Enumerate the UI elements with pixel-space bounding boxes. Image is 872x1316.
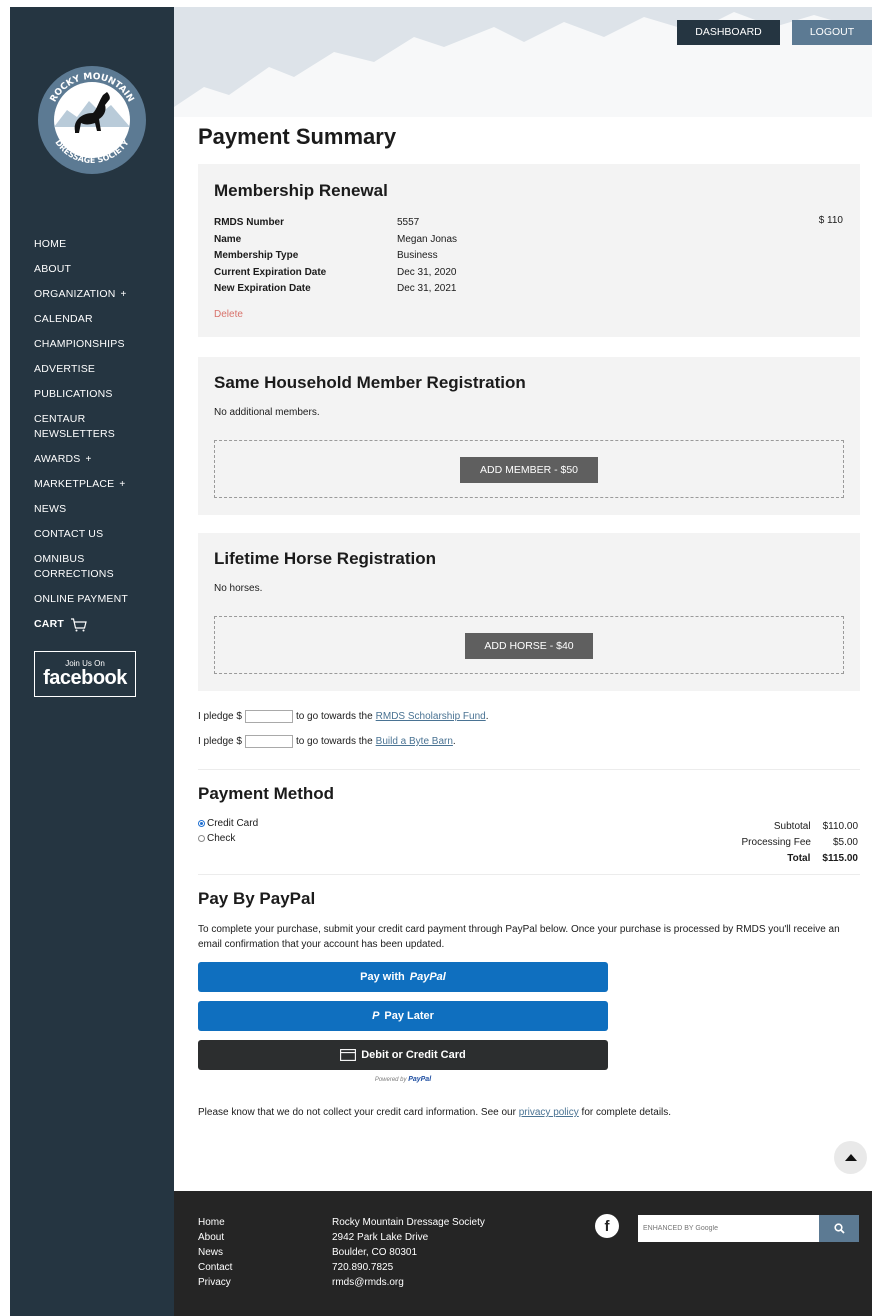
facebook-badge[interactable]: Join Us On facebook: [34, 651, 136, 697]
add-member-area: ADD MEMBER - $50: [214, 440, 844, 498]
dashboard-button[interactable]: DASHBOARD: [677, 20, 780, 45]
debit-credit-card-button[interactable]: Debit or Credit Card: [198, 1040, 608, 1070]
rmds-logo[interactable]: ROCKY MOUNTAIN DRESSAGE SOCIETY: [37, 65, 147, 175]
site-search: [638, 1215, 859, 1242]
sidebar-item-organization[interactable]: ORGANIZATION +: [34, 287, 164, 302]
cart-icon: [70, 617, 87, 631]
arrow-up-icon: [844, 1154, 857, 1161]
page-title: Payment Summary: [198, 124, 397, 149]
search-icon: [833, 1223, 845, 1234]
membership-renewal-title: Membership Renewal: [214, 181, 388, 200]
sidebar-item-online-payment[interactable]: ONLINE PAYMENT: [34, 592, 164, 607]
info-row: Current Expiration Date Dec 31, 2020: [214, 266, 457, 278]
household-title: Same Household Member Registration: [214, 373, 526, 392]
pledge-scholarship: I pledge $ to go towards the RMDS Schola…: [198, 710, 489, 723]
main-content: DASHBOARD LOGOUT Payment Summary Members…: [174, 7, 872, 1191]
subtotal-row: Subtotal $110.00: [773, 821, 858, 832]
search-input[interactable]: [638, 1215, 819, 1242]
logout-button[interactable]: LOGOUT: [792, 20, 872, 45]
divider: [198, 874, 860, 875]
membership-info: RMDS Number 5557 Name Megan Jonas Membersh…: [214, 215, 597, 298]
sidebar-item-awards[interactable]: AWARDS +: [34, 452, 164, 467]
paypal-title: Pay By PayPal: [198, 889, 316, 908]
check-radio[interactable]: Check: [198, 833, 235, 844]
info-row: Name Megan Jonas: [214, 233, 458, 245]
search-button[interactable]: [819, 1215, 859, 1242]
sidebar-item-cart[interactable]: CART: [34, 617, 164, 632]
sidebar: ROCKY MOUNTAIN DRESSAGE SOCIETY HOME ABO…: [10, 7, 174, 1316]
order-totals: Subtotal $110.00 Processing Fee $5.00 Tota…: [742, 819, 858, 867]
radio-selected-icon: [198, 820, 205, 827]
pledge-barn-input[interactable]: [244, 735, 293, 748]
sidebar-item-news[interactable]: NEWS: [34, 502, 164, 517]
paypal-description: To complete your purchase, submit your c…: [198, 924, 840, 950]
horse-title: Lifetime Horse Registration: [214, 549, 436, 568]
info-row: Membership Type Business: [214, 250, 438, 262]
radio-empty-icon: [198, 835, 205, 842]
privacy-policy-link[interactable]: privacy policy: [519, 1107, 579, 1118]
info-row: RMDS Number 5557: [214, 217, 420, 228]
plus-icon: +: [85, 454, 92, 465]
horse-panel: Lifetime Horse Registration No horses. A…: [198, 533, 860, 691]
household-note: No additional members.: [214, 407, 320, 418]
add-horse-button[interactable]: ADD HORSE - $40: [465, 633, 593, 659]
membership-renewal-panel: Membership Renewal RMDS Number 5557 Name M…: [198, 164, 860, 337]
scroll-to-top-button[interactable]: [834, 1141, 867, 1174]
sidebar-item-about[interactable]: ABOUT: [34, 262, 164, 277]
add-member-button[interactable]: ADD MEMBER - $50: [460, 457, 598, 483]
sidebar-item-contact-us[interactable]: CONTACT US: [34, 527, 164, 542]
footer-address: Rocky Mountain Dressage Society 2942 Par…: [332, 1217, 485, 1288]
credit-card-radio[interactable]: Credit Card: [198, 818, 258, 829]
plus-icon: +: [120, 289, 127, 300]
footer-link-privacy[interactable]: Privacy: [198, 1275, 232, 1290]
sidebar-item-calendar[interactable]: CALENDAR: [34, 312, 164, 327]
footer-link-home[interactable]: Home: [198, 1215, 232, 1230]
pledge-barn: I pledge $ to go towards the Build a Byt…: [198, 735, 456, 748]
processing-fee-row: Processing Fee $5.00: [741, 837, 858, 848]
sidebar-item-home[interactable]: HOME: [34, 237, 164, 252]
build-a-byte-barn-link[interactable]: Build a Byte Barn: [376, 736, 453, 747]
sidebar-nav: HOME ABOUT ORGANIZATION + CALENDAR CHAMPI…: [34, 237, 164, 642]
add-horse-area: ADD HORSE - $40: [214, 616, 844, 674]
paypal-p-icon: P: [372, 1010, 380, 1022]
powered-by-paypal: Powered by PayPal: [374, 1076, 432, 1083]
sidebar-item-marketplace[interactable]: MARKETPLACE +: [34, 477, 164, 492]
pay-with-paypal-button[interactable]: Pay with PayPal: [198, 962, 608, 992]
sidebar-item-championships[interactable]: CHAMPIONSHIPS: [34, 337, 164, 352]
sidebar-item-publications[interactable]: PUBLICATIONS: [34, 387, 164, 402]
sidebar-item-advertise[interactable]: ADVERTISE: [34, 362, 164, 377]
total-row: Total $115.00: [787, 853, 858, 864]
scholarship-fund-link[interactable]: RMDS Scholarship Fund: [376, 711, 486, 722]
sidebar-item-centaur-newsletters[interactable]: CENTAUR NEWSLETTERS: [34, 412, 115, 442]
info-row: New Expiration Date Dec 31, 2021: [214, 283, 457, 295]
delete-link[interactable]: Delete: [214, 309, 243, 320]
renewal-price: $ 110: [818, 215, 843, 226]
footer-link-about[interactable]: About: [198, 1230, 232, 1245]
sidebar-item-omnibus-corrections[interactable]: OMNIBUS CORRECTIONS: [34, 552, 114, 582]
privacy-note: Please know that we do not collect your …: [198, 1107, 672, 1118]
payment-method-title: Payment Method: [198, 784, 335, 803]
footer-link-contact[interactable]: Contact: [198, 1260, 232, 1275]
facebook-icon[interactable]: f: [595, 1214, 619, 1238]
pay-later-button[interactable]: P Pay Later: [198, 1001, 608, 1031]
footer: Home About News Contact Privacy Rocky Mo…: [174, 1191, 872, 1316]
credit-card-icon: [340, 1049, 357, 1061]
footer-link-news[interactable]: News: [198, 1245, 232, 1260]
footer-links: Home About News Contact Privacy: [198, 1215, 232, 1290]
divider: [198, 769, 860, 770]
household-panel: Same Household Member Registration No ad…: [198, 357, 860, 515]
pledge-scholarship-input[interactable]: [244, 710, 293, 723]
horse-note: No horses.: [214, 583, 263, 594]
plus-icon: +: [119, 479, 126, 490]
